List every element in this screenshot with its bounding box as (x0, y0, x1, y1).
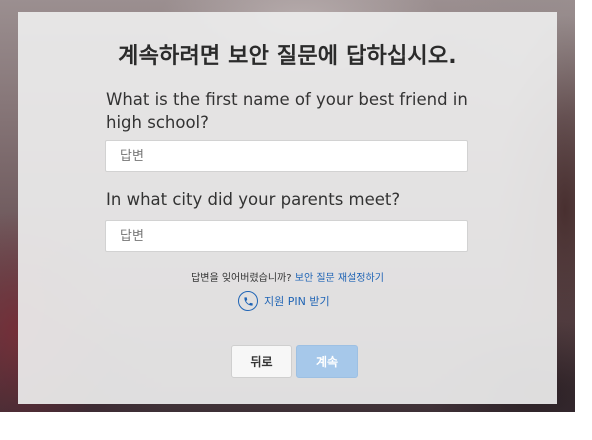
get-support-pin-label: 지원 PIN 받기 (264, 295, 330, 308)
back-button[interactable]: 뒤로 (231, 345, 292, 378)
get-support-pin-link[interactable]: 지원 PIN 받기 (238, 290, 330, 312)
reset-security-questions-link[interactable]: 보안 질문 재설정하기 (295, 273, 384, 284)
answer-2-input[interactable] (105, 220, 468, 252)
page-title: 계속하려면 보안 질문에 답하십시오. (118, 44, 457, 69)
continue-button[interactable]: 계속 (296, 345, 358, 378)
phone-icon (238, 291, 258, 311)
forgot-answers-text: 답변을 잊어버렸습니까? (191, 273, 292, 284)
question-2-label: In what city did your parents meet? (106, 190, 401, 209)
answer-1-input[interactable] (105, 140, 468, 172)
forgot-answers-row: 답변을 잊어버렸습니까? 보안 질문 재설정하기 (0, 269, 575, 284)
question-1-label: What is the first name of your best frie… (106, 90, 468, 132)
